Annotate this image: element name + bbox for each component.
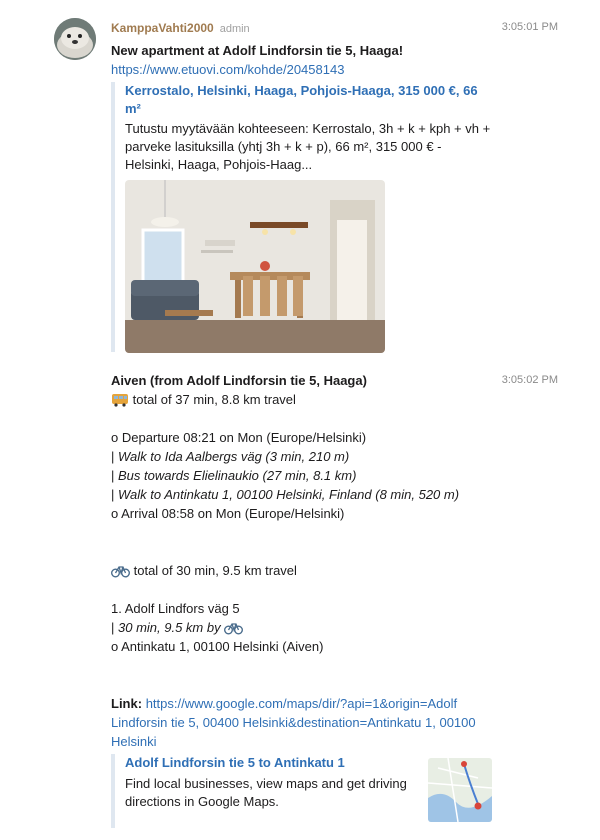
bike-start: 1. Adolf Lindfors väg 5: [111, 601, 240, 616]
maps-link-line: Link: https://www.google.com/maps/dir/?a…: [111, 694, 501, 713]
avatar[interactable]: [54, 18, 96, 60]
bicycle-icon: [111, 564, 130, 583]
map-thumbnail[interactable]: [428, 758, 492, 822]
apartment-photo[interactable]: [125, 180, 385, 353]
bike-summary: total of 30 min, 9.5 km travel: [111, 561, 501, 583]
maps-link[interactable]: https://www.google.com/maps/dir/?api=1&o…: [146, 696, 457, 711]
maps-attachment: Adolf Lindforsin tie 5 to Antinkatu 1 Fi…: [111, 754, 492, 828]
route-step: | Walk to Ida Aalbergs väg (3 min, 210 m…: [111, 449, 350, 464]
role-badge: admin: [219, 23, 250, 35]
link-label: Link:: [111, 696, 143, 711]
transit-summary: total of 37 min, 8.8 km travel: [111, 390, 501, 412]
attachment-title[interactable]: Kerrostalo, Helsinki, Haaga, Pohjois-Haa…: [125, 82, 501, 118]
bike-end: o Antinkatu 1, 00100 Helsinki (Aiven): [111, 639, 324, 654]
attachment-description: Tutustu myytävään kohteeseen: Kerrostalo…: [125, 121, 491, 172]
route-step: | Bus towards Elielinaukio (27 min, 8.1 …: [111, 468, 357, 483]
listing-attachment: Kerrostalo, Helsinki, Haaga, Pohjois-Haa…: [111, 82, 501, 353]
seal-avatar-image: [54, 18, 96, 60]
message-header: KamppaVahti2000 admin: [111, 20, 501, 35]
message-headline: New apartment at Adolf Lindforsin tie 5,…: [111, 43, 404, 58]
maps-link-continued[interactable]: Lindforsin tie 5, 00400 Helsinki&destina…: [111, 715, 476, 730]
route-step: | Walk to Antinkatu 1, 00100 Helsinki, F…: [111, 487, 460, 502]
route-title: Aiven (from Adolf Lindforsin tie 5, Haag…: [111, 373, 367, 388]
maps-attachment-description: Find local businesses, view maps and get…: [125, 776, 407, 809]
bus-icon: [111, 393, 129, 412]
username[interactable]: KamppaVahti2000: [111, 21, 214, 35]
departure-line: o Departure 08:21 on Mon (Europe/Helsink…: [111, 430, 367, 445]
maps-link-continued[interactable]: Helsinki: [111, 734, 157, 749]
message-timestamp[interactable]: 3:05:01 PM: [502, 21, 558, 33]
arrival-line: o Arrival 08:58 on Mon (Europe/Helsinki): [111, 506, 345, 521]
message-timestamp-2[interactable]: 3:05:02 PM: [502, 374, 558, 386]
listing-link[interactable]: https://www.etuovi.com/kohde/20458143: [111, 62, 344, 77]
